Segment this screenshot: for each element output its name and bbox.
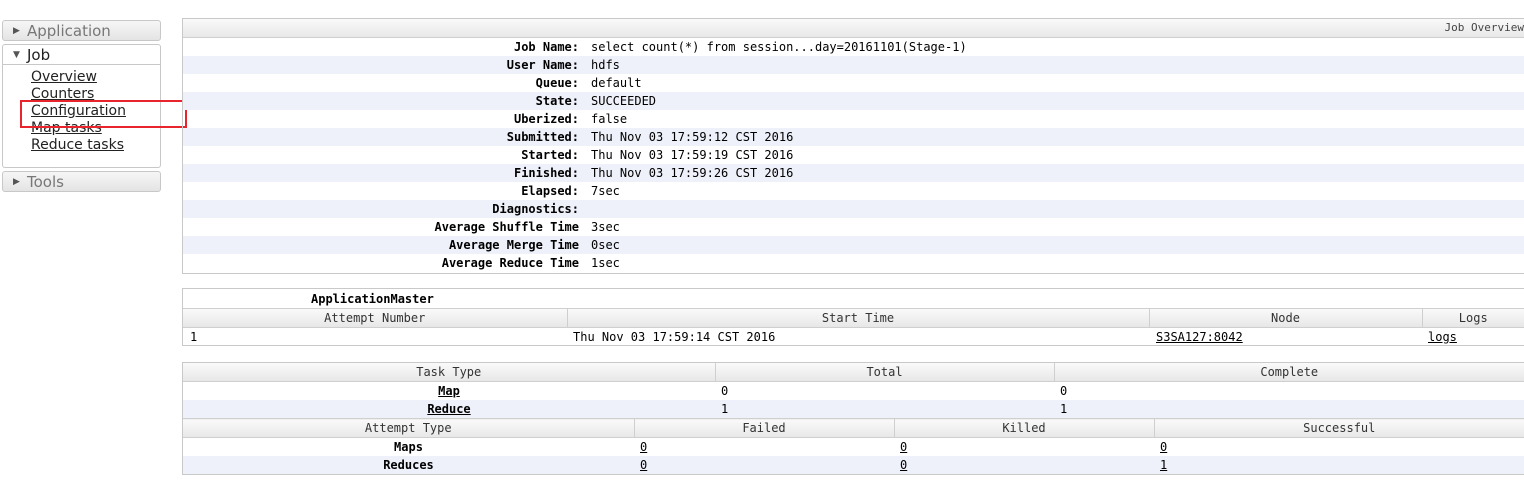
field-label: Average Merge Time [448, 238, 579, 252]
table-row: Reduce 1 1 [183, 400, 1524, 418]
attempt-type-cell: Reduces [183, 456, 634, 474]
nav-section-job[interactable]: ▼ Job [2, 44, 161, 65]
field-value: Thu Nov 03 17:59:26 CST 2016 [591, 166, 794, 180]
overview-row: Job Name: select count(*) from session...… [183, 38, 1524, 56]
column-header-complete[interactable]: Complete [1053, 363, 1524, 382]
field-value: SUCCEEDED [591, 94, 657, 108]
field-label: Uberized: [513, 112, 579, 126]
start-time-cell: Thu Nov 03 17:59:14 CST 2016 [573, 330, 776, 344]
field-value: 7sec [591, 184, 620, 198]
overview-row: Started: Thu Nov 03 17:59:19 CST 2016 [183, 146, 1524, 164]
application-master-title: ApplicationMaster [183, 289, 1524, 309]
logs-link[interactable]: logs [1428, 330, 1457, 344]
field-value: select count(*) from session...day=20161… [591, 40, 967, 54]
column-header-killed[interactable]: Killed [893, 418, 1154, 438]
killed-maps-link[interactable]: 0 [900, 440, 907, 454]
field-label: Job Name: [513, 40, 579, 54]
field-value: 0sec [591, 238, 620, 252]
table-row: 1 Thu Nov 03 17:59:14 CST 2016 S3SA127:8… [183, 328, 1524, 346]
column-header-task-type[interactable]: Task Type [183, 363, 715, 382]
task-type-grid: Task Type Total Complete Map 0 0 Reduce … [183, 363, 1524, 418]
column-header-attempt-number[interactable]: Attempt Number [183, 309, 567, 328]
field-value: 3sec [591, 220, 620, 234]
column-header-failed[interactable]: Failed [633, 418, 894, 438]
overview-row: Average Merge Time 0sec [183, 236, 1524, 254]
overview-row: Average Reduce Time 1sec [183, 254, 1524, 272]
failed-reduces-link[interactable]: 0 [640, 458, 647, 472]
application-master-grid: Attempt Number Start Time Node Logs 1 Th… [183, 309, 1524, 346]
caret-down-icon: ▼ [13, 50, 20, 60]
caret-right-icon: ▶ [13, 26, 20, 36]
field-value: hdfs [591, 58, 620, 72]
overview-row: Submitted: Thu Nov 03 17:59:12 CST 2016 [183, 128, 1524, 146]
killed-reduces-link[interactable]: 0 [900, 458, 907, 472]
column-header-attempt-type[interactable]: Attempt Type [183, 418, 634, 438]
nav-link-overview[interactable]: Overview [31, 69, 160, 86]
successful-reduces-link[interactable]: 1 [1160, 458, 1167, 472]
field-label: Queue: [535, 76, 579, 90]
nav-link-counters[interactable]: Counters [31, 86, 160, 103]
complete-cell: 0 [1060, 384, 1068, 398]
field-label: Average Reduce Time [441, 256, 579, 270]
field-label: Submitted: [506, 130, 579, 144]
overview-row: Finished: Thu Nov 03 17:59:26 CST 2016 [183, 164, 1524, 182]
nav-section-application[interactable]: ▶ Application [2, 20, 161, 41]
successful-maps-link[interactable]: 0 [1160, 440, 1167, 454]
overview-row: Elapsed: 7sec [183, 182, 1524, 200]
overview-row: Uberized: false [183, 110, 1524, 128]
field-label: Finished: [513, 166, 579, 180]
field-value: 1sec [591, 256, 620, 270]
column-header-total[interactable]: Total [714, 363, 1054, 382]
field-label: Average Shuffle Time [434, 220, 580, 234]
task-type-map-link[interactable]: Map [438, 384, 460, 398]
nav-section-tools[interactable]: ▶ Tools [2, 171, 161, 192]
field-value: Thu Nov 03 17:59:12 CST 2016 [591, 130, 794, 144]
overview-row: State: SUCCEEDED [183, 92, 1524, 110]
field-value: default [591, 76, 642, 90]
attempt-number-cell: 1 [190, 330, 198, 344]
job-overview-caption: Job Overview [183, 19, 1524, 38]
total-cell: 1 [715, 400, 1054, 418]
field-value: false [591, 112, 628, 126]
field-value: Thu Nov 03 17:59:19 CST 2016 [591, 148, 794, 162]
overview-row: Diagnostics: [183, 200, 1524, 218]
field-label: Started: [521, 148, 579, 162]
nav-link-reduce-tasks[interactable]: Reduce tasks [31, 137, 160, 154]
attempt-type-cell: Maps [394, 440, 423, 454]
overview-row: User Name: hdfs [183, 56, 1524, 74]
field-label: Diagnostics: [492, 202, 579, 216]
job-links-panel: Overview Counters Configuration Map task… [2, 65, 161, 168]
nav-section-label: Tools [27, 173, 64, 191]
complete-cell: 1 [1054, 400, 1524, 418]
application-master-table: ApplicationMaster Attempt Number Start T… [182, 288, 1524, 346]
attempt-type-grid: Attempt Type Failed Killed Successful Ma… [183, 418, 1524, 474]
failed-maps-link[interactable]: 0 [640, 440, 647, 454]
side-navigation: ▶ Application ▼ Job Overview Counters Co… [2, 20, 161, 192]
nav-link-map-tasks[interactable]: Map tasks [31, 120, 160, 137]
table-row: Reduces 0 0 1 [183, 456, 1524, 474]
job-overview-table: Job Overview Job Name: select count(*) fr… [182, 18, 1524, 274]
overview-row: Queue: default [183, 74, 1524, 92]
total-cell: 0 [721, 384, 729, 398]
field-label: State: [535, 94, 579, 108]
nav-link-configuration[interactable]: Configuration [31, 103, 160, 120]
overview-row: Average Shuffle Time 3sec [183, 218, 1524, 236]
task-summary-table: Task Type Total Complete Map 0 0 Reduce … [182, 362, 1524, 475]
node-link[interactable]: S3SA127:8042 [1156, 330, 1243, 344]
column-header-start-time[interactable]: Start Time [566, 309, 1149, 328]
task-type-reduce-link[interactable]: Reduce [427, 402, 470, 416]
table-row: Maps 0 0 0 [183, 438, 1524, 457]
column-header-logs[interactable]: Logs [1421, 309, 1524, 328]
caret-right-icon: ▶ [13, 177, 20, 187]
column-header-node[interactable]: Node [1148, 309, 1422, 328]
table-row: Map 0 0 [183, 382, 1524, 401]
column-header-successful[interactable]: Successful [1153, 418, 1524, 438]
job-overview-rows: Job Name: select count(*) from session...… [183, 38, 1524, 272]
field-label: User Name: [506, 58, 579, 72]
field-label: Elapsed: [521, 184, 579, 198]
nav-section-label: Application [27, 22, 111, 40]
nav-section-label: Job [27, 46, 51, 64]
